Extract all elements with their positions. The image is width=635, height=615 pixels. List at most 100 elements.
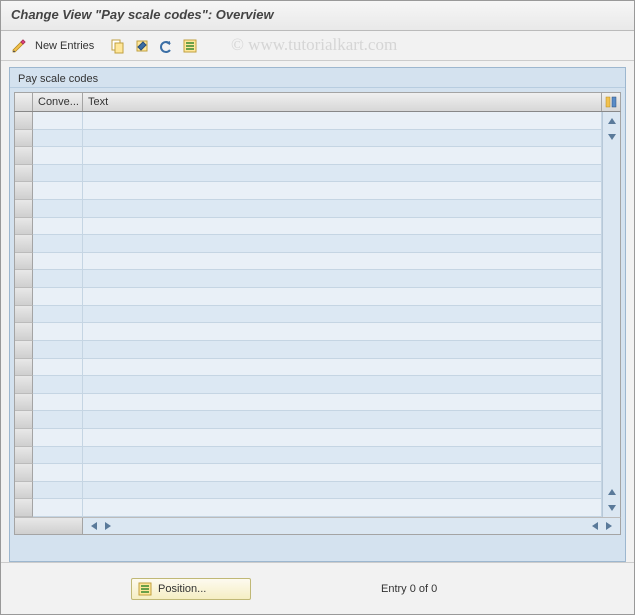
- scroll-down-icon[interactable]: [605, 130, 619, 144]
- row-selector[interactable]: [15, 447, 33, 465]
- cell-text[interactable]: [83, 306, 602, 324]
- cell-conve[interactable]: [33, 130, 83, 148]
- cell-text[interactable]: [83, 235, 602, 253]
- cell-text[interactable]: [83, 182, 602, 200]
- cell-text[interactable]: [83, 376, 602, 394]
- table-row[interactable]: [15, 482, 602, 500]
- table-row[interactable]: [15, 112, 602, 130]
- cell-conve[interactable]: [33, 359, 83, 377]
- vertical-scrollbar[interactable]: [602, 112, 620, 517]
- column-header-text[interactable]: Text: [83, 93, 602, 111]
- row-selector[interactable]: [15, 411, 33, 429]
- row-selector[interactable]: [15, 306, 33, 324]
- row-selector[interactable]: [15, 270, 33, 288]
- table-row[interactable]: [15, 270, 602, 288]
- cell-conve[interactable]: [33, 447, 83, 465]
- cell-text[interactable]: [83, 323, 602, 341]
- table-row[interactable]: [15, 306, 602, 324]
- row-selector[interactable]: [15, 200, 33, 218]
- row-selector[interactable]: [15, 235, 33, 253]
- table-row[interactable]: [15, 447, 602, 465]
- cell-text[interactable]: [83, 147, 602, 165]
- row-selector[interactable]: [15, 394, 33, 412]
- cell-text[interactable]: [83, 130, 602, 148]
- cell-conve[interactable]: [33, 288, 83, 306]
- cell-conve[interactable]: [33, 376, 83, 394]
- cell-text[interactable]: [83, 253, 602, 271]
- cell-text[interactable]: [83, 218, 602, 236]
- cell-text[interactable]: [83, 200, 602, 218]
- undo-icon[interactable]: [156, 36, 176, 56]
- table-row[interactable]: [15, 323, 602, 341]
- table-row[interactable]: [15, 235, 602, 253]
- table-row[interactable]: [15, 182, 602, 200]
- row-selector[interactable]: [15, 218, 33, 236]
- cell-text[interactable]: [83, 112, 602, 130]
- cell-conve[interactable]: [33, 165, 83, 183]
- row-selector[interactable]: [15, 499, 33, 517]
- row-selector[interactable]: [15, 429, 33, 447]
- cell-conve[interactable]: [33, 341, 83, 359]
- row-selector[interactable]: [15, 341, 33, 359]
- table-row[interactable]: [15, 288, 602, 306]
- row-selector[interactable]: [15, 464, 33, 482]
- row-selector[interactable]: [15, 376, 33, 394]
- cell-conve[interactable]: [33, 482, 83, 500]
- cell-conve[interactable]: [33, 464, 83, 482]
- row-selector[interactable]: [15, 359, 33, 377]
- scroll-left2-icon[interactable]: [588, 519, 602, 533]
- new-entries-button[interactable]: New Entries: [33, 40, 104, 52]
- edit-pencil-icon[interactable]: [9, 36, 29, 56]
- header-select-all[interactable]: [15, 93, 33, 111]
- scroll-left-icon[interactable]: [87, 519, 101, 533]
- cell-text[interactable]: [83, 447, 602, 465]
- table-row[interactable]: [15, 130, 602, 148]
- scroll-right2-icon[interactable]: [602, 519, 616, 533]
- cell-text[interactable]: [83, 288, 602, 306]
- row-selector[interactable]: [15, 165, 33, 183]
- cell-conve[interactable]: [33, 429, 83, 447]
- horizontal-scrollbar[interactable]: [14, 517, 621, 535]
- scroll-up2-icon[interactable]: [605, 485, 619, 499]
- cell-conve[interactable]: [33, 112, 83, 130]
- table-row[interactable]: [15, 359, 602, 377]
- column-header-conve[interactable]: Conve...: [33, 93, 83, 111]
- row-selector[interactable]: [15, 130, 33, 148]
- row-selector[interactable]: [15, 482, 33, 500]
- cell-text[interactable]: [83, 270, 602, 288]
- cell-conve[interactable]: [33, 323, 83, 341]
- table-row[interactable]: [15, 429, 602, 447]
- cell-conve[interactable]: [33, 253, 83, 271]
- row-selector[interactable]: [15, 288, 33, 306]
- table-row[interactable]: [15, 341, 602, 359]
- cell-conve[interactable]: [33, 270, 83, 288]
- configure-columns-icon[interactable]: [602, 93, 620, 111]
- row-selector[interactable]: [15, 253, 33, 271]
- cell-conve[interactable]: [33, 235, 83, 253]
- scroll-right-icon[interactable]: [101, 519, 115, 533]
- table-row[interactable]: [15, 200, 602, 218]
- cell-conve[interactable]: [33, 394, 83, 412]
- cell-text[interactable]: [83, 429, 602, 447]
- cell-conve[interactable]: [33, 218, 83, 236]
- table-row[interactable]: [15, 218, 602, 236]
- cell-conve[interactable]: [33, 306, 83, 324]
- table-row[interactable]: [15, 376, 602, 394]
- select-all-icon[interactable]: [180, 36, 200, 56]
- table-row[interactable]: [15, 499, 602, 517]
- cell-conve[interactable]: [33, 182, 83, 200]
- table-row[interactable]: [15, 147, 602, 165]
- scroll-up-icon[interactable]: [605, 114, 619, 128]
- cell-text[interactable]: [83, 394, 602, 412]
- cell-text[interactable]: [83, 359, 602, 377]
- cell-text[interactable]: [83, 464, 602, 482]
- cell-conve[interactable]: [33, 499, 83, 517]
- cell-text[interactable]: [83, 482, 602, 500]
- table-row[interactable]: [15, 165, 602, 183]
- cell-conve[interactable]: [33, 147, 83, 165]
- table-row[interactable]: [15, 253, 602, 271]
- table-row[interactable]: [15, 394, 602, 412]
- position-button[interactable]: Position...: [131, 578, 251, 600]
- cell-text[interactable]: [83, 499, 602, 517]
- cell-text[interactable]: [83, 341, 602, 359]
